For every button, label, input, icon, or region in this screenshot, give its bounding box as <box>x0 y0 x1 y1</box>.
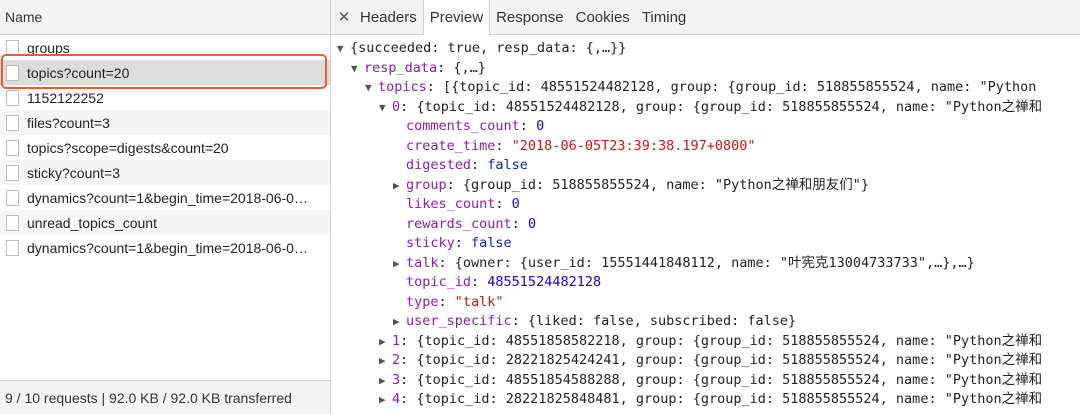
tree-node-resp-data[interactable]: ▼ resp_data: {,…} <box>331 59 1080 79</box>
file-icon <box>6 164 19 181</box>
file-icon <box>6 214 19 231</box>
field-type: type: "talk" <box>406 293 504 310</box>
collapsed-triangle-icon[interactable]: ▶ <box>379 390 392 410</box>
request-row[interactable]: dynamics?count=1&begin_time=2018-06-0… <box>0 185 330 210</box>
request-name: unread_topics_count <box>27 214 157 231</box>
field-topic-id: topic_id: 48551524482128 <box>406 274 602 290</box>
request-row[interactable]: unread_topics_count <box>0 210 330 235</box>
file-icon <box>6 64 19 81</box>
request-list-panel: Name groups topics?count=20 1152122252 f… <box>0 0 331 414</box>
tab-timing[interactable]: Timing <box>636 0 692 34</box>
field-digested: digested: false <box>406 157 528 173</box>
tree-root[interactable]: ▼ {succeeded: true, resp_data: {,…}} <box>331 39 1080 59</box>
field-sticky: sticky: false <box>406 235 512 251</box>
collapsed-triangle-icon[interactable]: ▶ <box>379 332 392 352</box>
request-name: dynamics?count=1&begin_time=2018-06-0… <box>27 239 308 256</box>
collapsed-triangle-icon[interactable]: ▶ <box>393 254 406 274</box>
file-icon <box>6 239 19 256</box>
expanded-triangle-icon[interactable]: ▼ <box>337 39 350 59</box>
file-icon <box>6 89 19 106</box>
tree-node-topic-0[interactable]: ▼ 0: {topic_id: 48551524482128, group: {g… <box>331 98 1080 118</box>
close-icon[interactable]: ✕ <box>334 0 354 34</box>
request-row[interactable]: dynamics?count=1&begin_time=2018-06-0… <box>0 235 330 260</box>
request-row[interactable]: files?count=3 <box>0 110 330 135</box>
request-name: dynamics?count=1&begin_time=2018-06-0… <box>27 189 308 206</box>
request-name: groups <box>27 39 70 56</box>
field-rewards-count: rewards_count: 0 <box>406 215 537 232</box>
tab-preview[interactable]: Preview <box>422 0 491 35</box>
field-comments-count: comments_count: 0 <box>406 118 545 134</box>
request-summary: 9 / 10 requests | 92.0 KB / 92.0 KB tran… <box>5 389 292 406</box>
tree-node-topic-2[interactable]: ▶ 2: {topic_id: 28221825424241, group: {g… <box>331 351 1080 371</box>
expanded-triangle-icon[interactable]: ▼ <box>379 98 392 118</box>
request-name: 1152122252 <box>27 89 104 106</box>
detail-panel: ✕ Headers Preview Response Cookies Timin… <box>331 0 1080 414</box>
collapsed-triangle-icon[interactable]: ▶ <box>379 351 392 371</box>
collapsed-triangle-icon[interactable]: ▶ <box>393 176 406 196</box>
tab-cookies[interactable]: Cookies <box>570 0 636 34</box>
tree-node-topic-3[interactable]: ▶ 3: {topic_id: 48551854588288, group: {g… <box>331 371 1080 391</box>
request-row[interactable]: topics?scope=digests&count=20 <box>0 135 330 160</box>
tree-node-group[interactable]: ▶ group: {group_id: 518855855524, name: "… <box>331 176 1080 196</box>
field-likes-count: likes_count: 0 <box>406 196 520 212</box>
expanded-triangle-icon[interactable]: ▼ <box>365 78 378 98</box>
tab-headers[interactable]: Headers <box>354 0 423 34</box>
file-icon <box>6 114 19 131</box>
request-row[interactable]: sticky?count=3 <box>0 160 330 185</box>
expanded-triangle-icon[interactable]: ▼ <box>351 59 364 79</box>
tree-node-topics[interactable]: ▼ topics: [{topic_id: 48551524482128, gro… <box>331 78 1080 98</box>
file-icon <box>6 139 19 156</box>
request-name: topics?scope=digests&count=20 <box>27 139 229 156</box>
name-column-header[interactable]: Name <box>0 0 330 35</box>
request-row[interactable]: groups <box>0 35 330 60</box>
request-row-selected[interactable]: topics?count=20 <box>0 60 330 85</box>
tree-node-talk[interactable]: ▶ talk: {owner: {user_id: 15551441848112,… <box>331 254 1080 274</box>
file-icon <box>6 39 19 56</box>
file-icon <box>6 189 19 206</box>
tree-node-user-specific[interactable]: ▶ user_specific: {liked: false, subscribe… <box>331 312 1080 332</box>
status-footer: 9 / 10 requests | 92.0 KB / 92.0 KB tran… <box>0 380 330 414</box>
request-name: files?count=3 <box>27 114 110 131</box>
request-list: groups topics?count=20 1152122252 files?… <box>0 35 330 260</box>
field-create-time: create_time: "2018-06-05T23:39:38.197+08… <box>406 137 756 154</box>
collapsed-triangle-icon[interactable]: ▶ <box>393 312 406 332</box>
tab-response[interactable]: Response <box>490 0 570 34</box>
collapsed-triangle-icon[interactable]: ▶ <box>379 371 392 391</box>
request-name: sticky?count=3 <box>27 164 120 181</box>
json-preview-tree: ▼ {succeeded: true, resp_data: {,…}} ▼ res… <box>331 35 1080 410</box>
tree-node-topic-4[interactable]: ▶ 4: {topic_id: 28221825848481, group: {g… <box>331 390 1080 410</box>
tree-node-topic-1[interactable]: ▶ 1: {topic_id: 48551858582218, group: {g… <box>331 332 1080 352</box>
request-name: topics?count=20 <box>27 64 130 81</box>
name-header-label: Name <box>5 9 43 25</box>
request-row[interactable]: 1152122252 <box>0 85 330 110</box>
detail-tabs: ✕ Headers Preview Response Cookies Timin… <box>331 0 1080 35</box>
